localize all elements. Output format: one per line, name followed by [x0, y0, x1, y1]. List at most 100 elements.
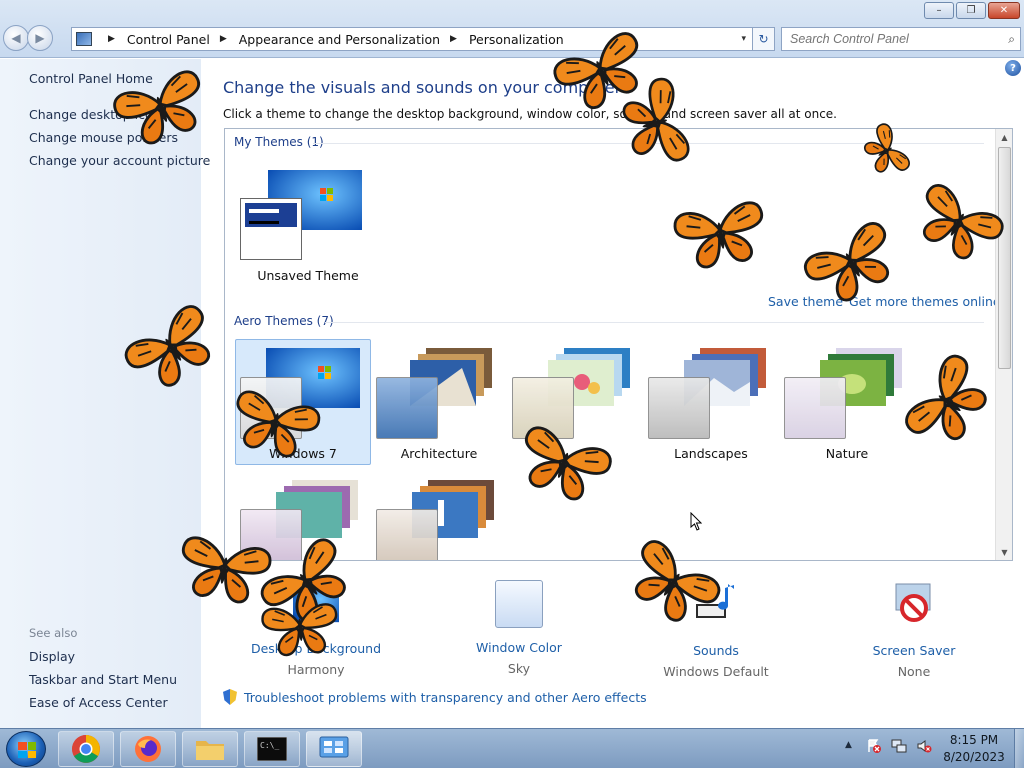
desktop-background-label[interactable]: Desktop Background — [246, 641, 386, 656]
window-controls: – ❐ ✕ — [924, 2, 1020, 19]
shield-icon — [223, 689, 237, 705]
minimize-button[interactable]: – — [924, 2, 954, 19]
sidebar-link-desktop-icons[interactable]: Change desktop icons — [29, 107, 167, 122]
screen-saver-label[interactable]: Screen Saver — [844, 643, 984, 658]
theme-scenes[interactable] — [235, 471, 371, 560]
sounds-item[interactable]: Sounds Windows Default — [646, 580, 786, 679]
window-color-icon — [495, 580, 543, 628]
nav-buttons: ◀ ▶ — [3, 25, 53, 51]
breadcrumb-appearance[interactable]: Appearance and Personalization — [239, 32, 440, 47]
left-pane: Control Panel Home Change desktop icons … — [0, 59, 210, 728]
sidebar-link-account-picture[interactable]: Change your account picture — [29, 153, 210, 168]
window-color-swatch — [240, 198, 302, 260]
theme-label: Nature — [825, 446, 869, 461]
window-color-swatch — [376, 377, 438, 439]
back-button[interactable]: ◀ — [3, 25, 29, 51]
sounds-value: Windows Default — [663, 664, 769, 679]
sidebar-link-mouse-pointers[interactable]: Change mouse pointers — [29, 130, 178, 145]
theme-label: Windows 7 — [269, 446, 337, 461]
theme-united-states[interactable] — [371, 471, 507, 560]
page-subtitle: Click a theme to change the desktop back… — [223, 107, 837, 121]
theme-nature[interactable]: Nature — [779, 339, 915, 465]
maximize-button[interactable]: ❐ — [956, 2, 986, 19]
divider — [325, 322, 984, 323]
help-button[interactable]: ? — [1005, 60, 1021, 76]
window-color-value: Sky — [507, 661, 531, 676]
start-button[interactable] — [6, 731, 46, 767]
desktop-background-value: Harmony — [287, 662, 345, 677]
chevron-right-icon[interactable]: ▶ — [220, 34, 227, 44]
troubleshoot-link[interactable]: Troubleshoot problems with transparency … — [223, 689, 647, 705]
taskbar-command-prompt[interactable]: C:\_ — [244, 731, 300, 767]
sidebar-link-ease-of-access[interactable]: Ease of Access Center — [29, 695, 168, 710]
desktop-background-icon — [293, 583, 339, 623]
troubleshoot-label[interactable]: Troubleshoot problems with transparency … — [244, 690, 647, 705]
svg-text:C:\_: C:\_ — [260, 741, 279, 750]
window-color-swatch — [512, 377, 574, 439]
network-icon[interactable] — [891, 738, 907, 754]
scroll-thumb[interactable] — [998, 147, 1011, 369]
clock-time: 8:15 PM — [949, 733, 999, 747]
window-color-swatch — [376, 509, 438, 560]
action-center-icon[interactable] — [866, 738, 882, 754]
window-color-swatch — [648, 377, 710, 439]
see-also-title: See also — [29, 626, 78, 640]
close-button[interactable]: ✕ — [988, 2, 1020, 19]
breadcrumb-control-panel[interactable]: Control Panel — [127, 32, 210, 47]
control-panel-icon — [76, 32, 92, 46]
sidebar-link-taskbar[interactable]: Taskbar and Start Menu — [29, 672, 177, 687]
breadcrumb: ▶ Control Panel ▶ Appearance and Persona… — [98, 32, 564, 47]
vertical-scrollbar[interactable]: ▲ ▼ — [995, 129, 1012, 560]
themes-panel[interactable]: My Themes (1) Unsaved Theme Save theme G… — [224, 128, 1013, 561]
chrome-icon — [72, 735, 100, 763]
windows-flag-icon — [18, 742, 36, 758]
screen-saver-value: None — [897, 664, 931, 679]
theme-characters[interactable] — [507, 339, 643, 465]
window-color-swatch — [240, 509, 302, 560]
forward-button[interactable]: ▶ — [27, 25, 53, 51]
theme-architecture[interactable]: Architecture — [371, 339, 507, 465]
desktop-background-item[interactable]: Desktop Background Harmony — [246, 580, 386, 677]
theme-label: Landscapes — [674, 446, 748, 461]
aero-themes-header: Aero Themes (7) — [234, 314, 334, 328]
theme-unsaved[interactable]: Unsaved Theme — [235, 161, 371, 287]
scroll-down-icon[interactable]: ▼ — [996, 544, 1012, 560]
show-desktop-button[interactable] — [1014, 729, 1024, 768]
chevron-down-icon[interactable]: ▾ — [741, 34, 746, 44]
clock-date: 8/20/2023 — [943, 750, 1005, 764]
theme-landscapes[interactable]: Landscapes — [643, 339, 779, 465]
save-theme-link[interactable]: Save theme — [768, 294, 843, 309]
window-color-swatch — [784, 377, 846, 439]
search-box[interactable]: ⌕ — [781, 27, 1021, 51]
clock[interactable]: 8:15 PM 8/20/2023 — [936, 732, 1012, 766]
taskbar-control-panel[interactable] — [306, 731, 362, 767]
taskbar-firefox[interactable] — [120, 731, 176, 767]
sidebar-link-display[interactable]: Display — [29, 649, 75, 664]
screen-saver-item[interactable]: Screen Saver None — [844, 580, 984, 679]
search-icon[interactable]: ⌕ — [1008, 32, 1015, 47]
terminal-icon: C:\_ — [257, 737, 287, 761]
volume-muted-icon[interactable] — [916, 738, 932, 754]
control-panel-icon — [319, 736, 349, 758]
window-color-label[interactable]: Window Color — [449, 640, 589, 655]
address-bar[interactable]: ▶ Control Panel ▶ Appearance and Persona… — [71, 27, 753, 51]
chevron-right-icon[interactable]: ▶ — [108, 34, 115, 44]
get-more-themes-link[interactable]: Get more themes online — [849, 294, 1001, 309]
scroll-up-icon[interactable]: ▲ — [996, 129, 1012, 145]
sidebar-link-home[interactable]: Control Panel Home — [29, 71, 153, 86]
taskbar-chrome[interactable] — [58, 731, 114, 767]
sounds-label[interactable]: Sounds — [646, 643, 786, 658]
tray-expand-icon[interactable]: ▲ — [845, 740, 852, 750]
taskbar-file-explorer[interactable] — [182, 731, 238, 767]
chevron-right-icon[interactable]: ▶ — [450, 34, 457, 44]
refresh-button[interactable]: ↻ — [753, 27, 775, 51]
firefox-icon — [135, 736, 161, 762]
breadcrumb-personalization[interactable]: Personalization — [469, 32, 564, 47]
my-themes-header: My Themes (1) — [234, 135, 324, 149]
theme-windows-7[interactable]: Windows 7 — [235, 339, 371, 465]
search-input[interactable] — [790, 32, 990, 46]
mouse-cursor-icon — [690, 512, 702, 531]
window-color-item[interactable]: Window Color Sky — [449, 580, 589, 676]
theme-label: Architecture — [400, 446, 478, 461]
page-title: Change the visuals and sounds on your co… — [223, 78, 622, 97]
